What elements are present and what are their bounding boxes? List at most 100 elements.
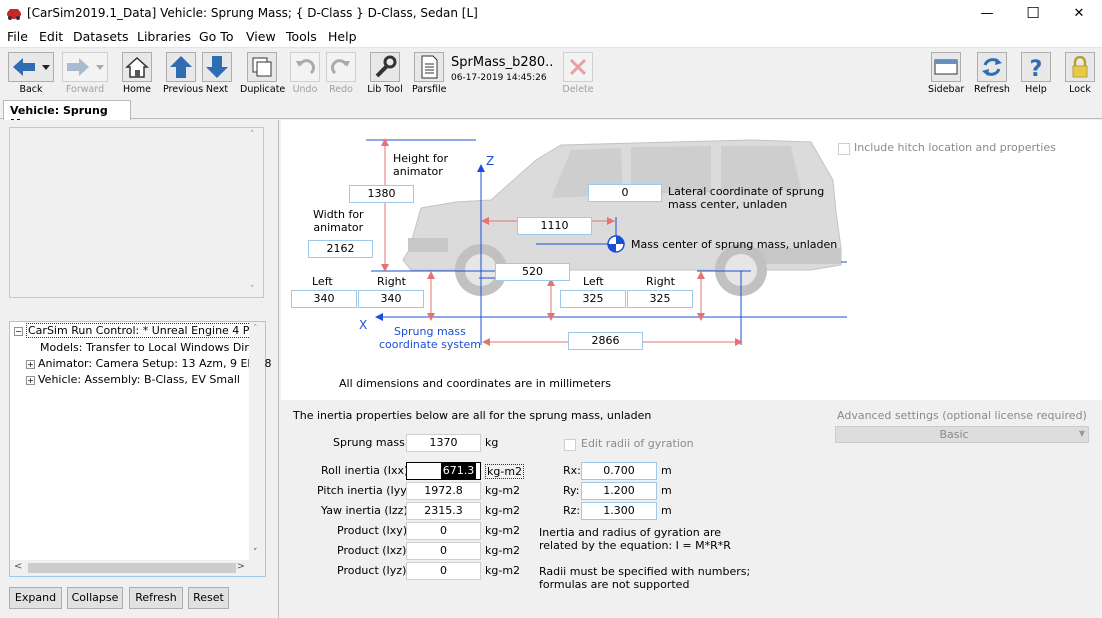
next-button[interactable]: Next bbox=[201, 51, 233, 97]
window-title: [CarSim2019.1_Data] Vehicle: Sprung Mass… bbox=[27, 6, 478, 20]
hitch-label: Include hitch location and properties bbox=[854, 141, 1056, 154]
pitch-inertia-input[interactable]: 1972.8 bbox=[406, 482, 481, 500]
collapse-node-icon[interactable]: − bbox=[14, 326, 23, 336]
rear-right-label: Right bbox=[646, 275, 675, 288]
carsim-app-icon bbox=[7, 9, 21, 20]
lateral-coordinate-label: Lateral coordinate of sprung mass center… bbox=[668, 185, 825, 211]
rz-input[interactable]: 1.300 bbox=[581, 502, 657, 520]
menu-goto[interactable]: Go To bbox=[199, 29, 233, 44]
redo-button[interactable]: Redo bbox=[324, 51, 358, 97]
roll-inertia-input[interactable]: 671.3 bbox=[406, 462, 481, 480]
ry-input[interactable]: 1.200 bbox=[581, 482, 657, 500]
coordinate-system-label: Sprung mass coordinate system bbox=[379, 325, 481, 351]
lateral-coordinate-input[interactable]: 0 bbox=[588, 184, 662, 202]
back-button[interactable]: Back bbox=[6, 51, 56, 97]
notes-area[interactable]: ˄ ˅ bbox=[9, 127, 264, 298]
close-button[interactable]: ✕ bbox=[1056, 0, 1102, 27]
rear-left-input[interactable]: 325 bbox=[560, 290, 626, 308]
document-icon bbox=[414, 52, 444, 82]
roll-inertia-label: Roll inertia (Ixx): bbox=[321, 464, 412, 477]
tree-item-run-control[interactable]: − CarSim Run Control: * Unreal Engine 4 P… bbox=[14, 323, 262, 338]
refresh-toolbar-button[interactable]: Refresh bbox=[974, 51, 1010, 97]
menu-datasets[interactable]: Datasets bbox=[73, 29, 128, 44]
forward-button[interactable]: Forward bbox=[60, 51, 110, 97]
reset-button[interactable]: Reset bbox=[188, 587, 229, 609]
yaw-inertia-input[interactable]: 2315.3 bbox=[406, 502, 481, 520]
back-arrow-icon bbox=[8, 52, 54, 82]
rx-input[interactable]: 0.700 bbox=[581, 462, 657, 480]
delete-button[interactable]: Delete bbox=[561, 51, 595, 97]
sprung-mass-unit: kg bbox=[485, 436, 499, 449]
menu-tools[interactable]: Tools bbox=[286, 29, 317, 44]
tab-vehicle-sprung-mass[interactable]: Vehicle: Sprung Mass bbox=[3, 100, 131, 130]
sidebar-icon bbox=[931, 52, 961, 82]
menu-view[interactable]: View bbox=[246, 29, 276, 44]
wheelbase-input[interactable]: 2866 bbox=[568, 332, 643, 350]
menu-bar: File Edit Datasets Libraries Go To View … bbox=[0, 27, 1102, 48]
minimize-button[interactable]: — bbox=[964, 0, 1010, 27]
height-input[interactable]: 1380 bbox=[349, 185, 414, 203]
rear-left-label: Left bbox=[583, 275, 604, 288]
menu-libraries[interactable]: Libraries bbox=[137, 29, 191, 44]
front-right-label: Right bbox=[377, 275, 406, 288]
edit-radii-checkbox[interactable] bbox=[564, 439, 576, 451]
lib-tool-button[interactable]: Lib Tool bbox=[366, 51, 404, 97]
home-icon bbox=[122, 52, 152, 82]
product-ixz-unit: kg-m2 bbox=[485, 544, 521, 557]
cg-z-input[interactable]: 520 bbox=[495, 263, 570, 281]
previous-button[interactable]: Previous bbox=[163, 51, 203, 97]
forward-arrow-icon bbox=[62, 52, 108, 82]
lock-button[interactable]: Lock bbox=[1064, 51, 1096, 97]
sidebar-button[interactable]: Sidebar bbox=[928, 51, 964, 97]
collapse-button[interactable]: Collapse bbox=[67, 587, 123, 609]
x-axis-label: X bbox=[359, 318, 368, 332]
expand-node-icon[interactable]: + bbox=[26, 359, 35, 369]
width-label: Width for animator bbox=[313, 208, 364, 234]
menu-edit[interactable]: Edit bbox=[39, 29, 63, 44]
notes-scrollbar[interactable]: ˄ ˅ bbox=[247, 128, 263, 297]
undo-button[interactable]: Undo bbox=[288, 51, 322, 97]
front-right-input[interactable]: 340 bbox=[358, 290, 424, 308]
rz-unit: m bbox=[661, 504, 672, 517]
run-control-tree[interactable]: − CarSim Run Control: * Unreal Engine 4 P… bbox=[9, 321, 271, 577]
refresh-tree-button[interactable]: Refresh bbox=[129, 587, 183, 609]
undo-icon bbox=[290, 52, 320, 82]
hitch-checkbox[interactable] bbox=[838, 143, 850, 155]
product-ixy-label: Product (Ixy): bbox=[337, 524, 411, 537]
tree-horizontal-scrollbar[interactable]: < > bbox=[10, 560, 265, 576]
up-arrow-icon bbox=[166, 52, 196, 82]
chevron-down-icon: ▼ bbox=[1078, 429, 1085, 438]
tree-scroll-thumb[interactable] bbox=[28, 563, 236, 573]
sprung-mass-label: Sprung mass: bbox=[333, 436, 409, 449]
expand-node-icon[interactable]: + bbox=[26, 375, 35, 385]
width-input[interactable]: 2162 bbox=[308, 240, 373, 258]
maximize-button[interactable]: ☐ bbox=[1010, 0, 1056, 27]
expand-button[interactable]: Expand bbox=[9, 587, 62, 609]
front-left-input[interactable]: 340 bbox=[291, 290, 357, 308]
menu-file[interactable]: File bbox=[7, 29, 28, 44]
refresh-icon bbox=[977, 52, 1007, 82]
cg-x-input[interactable]: 1110 bbox=[517, 217, 592, 235]
parsfile-button[interactable]: Parsfile bbox=[412, 51, 446, 97]
sprung-mass-input[interactable]: 1370 bbox=[406, 434, 481, 452]
svg-text:?: ? bbox=[1030, 57, 1043, 81]
tree-item-vehicle-assembly[interactable]: + Vehicle: Assembly: B-Class, EV Small bbox=[26, 373, 240, 386]
product-iyz-input[interactable]: 0 bbox=[406, 562, 481, 580]
product-ixy-input[interactable]: 0 bbox=[406, 522, 481, 540]
gyration-equation-note: Inertia and radius of gyration are relat… bbox=[539, 526, 731, 552]
home-button[interactable]: Home bbox=[120, 51, 154, 97]
mass-center-label: Mass center of sprung mass, unladen bbox=[631, 238, 838, 251]
ry-label: Ry: bbox=[563, 484, 580, 497]
delete-x-icon bbox=[563, 52, 593, 82]
menu-help[interactable]: Help bbox=[328, 29, 357, 44]
product-ixz-input[interactable]: 0 bbox=[406, 542, 481, 560]
tree-vertical-scrollbar[interactable]: ˄ ˅ bbox=[249, 322, 265, 560]
tree-item-animator[interactable]: + Animator: Camera Setup: 13 Azm, 9 El, 1… bbox=[26, 357, 271, 370]
tree-item-models[interactable]: Models: Transfer to Local Windows Direc bbox=[40, 341, 261, 354]
help-button[interactable]: ? Help bbox=[1020, 51, 1052, 97]
wrench-icon bbox=[370, 52, 400, 82]
advanced-settings-label: Advanced settings (optional license requ… bbox=[837, 409, 1087, 422]
duplicate-button[interactable]: Duplicate bbox=[240, 51, 285, 97]
rear-right-input[interactable]: 325 bbox=[627, 290, 693, 308]
advanced-settings-select[interactable]: Basic ▼ bbox=[835, 426, 1089, 443]
